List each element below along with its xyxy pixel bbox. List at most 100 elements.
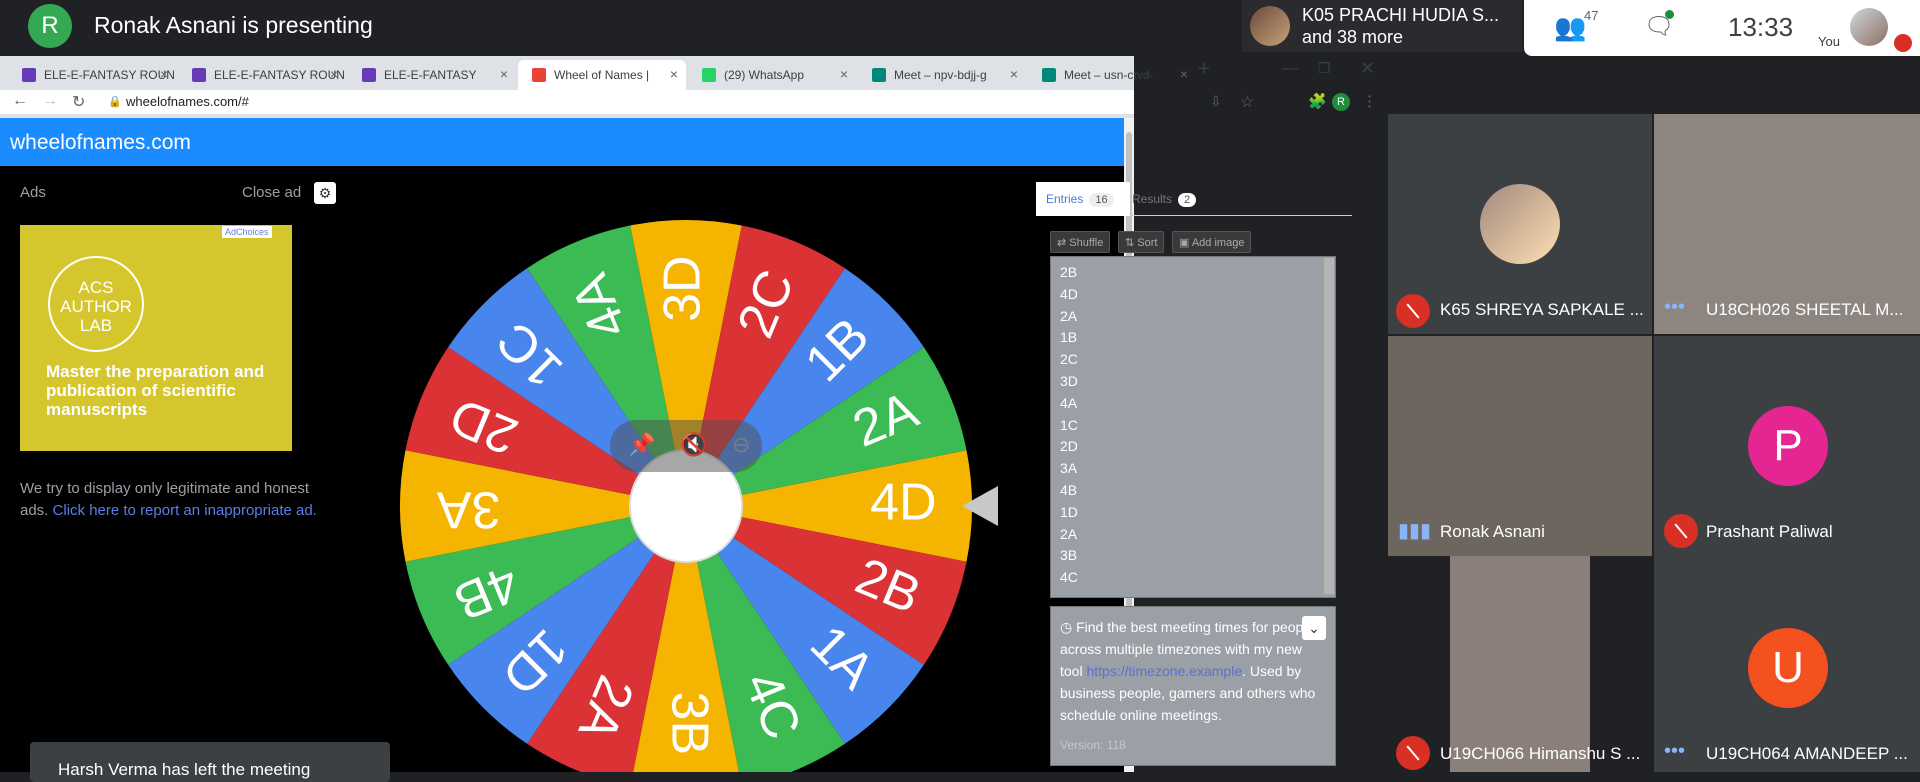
extensions-icon[interactable]: 🧩	[1308, 92, 1327, 110]
entry-item[interactable]: 1C	[1060, 415, 1078, 437]
sort-button[interactable]: ⇅ Sort	[1118, 231, 1165, 253]
chevron-down-icon[interactable]: ⌄	[1302, 616, 1326, 640]
back-icon[interactable]: ←	[12, 92, 28, 110]
people-count: 47	[1584, 8, 1599, 23]
entries-tab-label: Entries	[1046, 192, 1084, 206]
browser-tab[interactable]: Wheel of Names | ×	[518, 60, 686, 90]
tab-favicon-icon	[192, 68, 206, 82]
people-icon[interactable]: 👥	[1554, 12, 1586, 43]
entries-textarea[interactable]	[1050, 256, 1336, 598]
close-tab-icon[interactable]: ×	[840, 66, 848, 82]
entry-item[interactable]: 2D	[1060, 436, 1078, 458]
entry-item[interactable]: 1D	[1060, 502, 1078, 524]
lock-icon: 🔒	[108, 96, 122, 108]
tab-entries[interactable]: Entries 16	[1036, 182, 1130, 216]
ad-disclaimer: We try to display only legitimate and ho…	[20, 478, 320, 522]
ads-label: Ads	[20, 184, 46, 201]
entry-item[interactable]: 3B	[1060, 545, 1078, 567]
entry-item[interactable]: 3D	[1060, 371, 1078, 393]
profile-avatar[interactable]: R	[1332, 93, 1350, 111]
add-image-button[interactable]: ▣ Add image	[1172, 231, 1252, 253]
participant-name: Ronak Asnani	[1440, 522, 1545, 541]
you-label: You	[1818, 34, 1840, 49]
entry-item[interactable]: 1B	[1060, 327, 1078, 349]
browser-tab[interactable]: Meet – npv-bdjj-g ×	[858, 60, 1026, 90]
wheel-segment-label: 3A	[437, 480, 501, 538]
tab-label: ELE-E-FANTASY	[384, 68, 477, 82]
tab-favicon-icon	[532, 68, 546, 82]
close-tab-icon[interactable]: ×	[1010, 66, 1018, 82]
self-avatar[interactable]	[1850, 8, 1888, 46]
participant-name: U19CH064 AMANDEEP ...	[1706, 744, 1908, 763]
wheel-segment-label: 3D	[654, 255, 712, 321]
gear-icon[interactable]: ⚙	[314, 182, 336, 204]
ad-logo: ACS AUTHOR LAB	[48, 256, 144, 352]
audio-level-icon: ▮▮▮	[1398, 520, 1432, 542]
tab-favicon-icon	[872, 68, 886, 82]
browser-tab[interactable]: ELE-E-FANTASY ×	[348, 60, 516, 90]
tab-label: Wheel of Names |	[554, 68, 650, 82]
presenter-avatar: R	[28, 4, 72, 48]
site-title[interactable]: wheelofnames.com	[10, 131, 191, 155]
tab-favicon-icon	[1042, 68, 1056, 82]
entry-item[interactable]: 4D	[1060, 284, 1078, 306]
entry-item[interactable]: 2B	[1060, 262, 1078, 284]
entry-item[interactable]: 3A	[1060, 458, 1078, 480]
browser-tab[interactable]: Meet – usn-ctvd- ×	[1028, 60, 1196, 90]
wheel-of-names[interactable]: 4D2B1A4C3B2A1D4B3A2D1C4A 3D 2C1B2A	[394, 212, 994, 772]
wheel-pointer-arrow	[962, 486, 998, 526]
close-tab-icon[interactable]: ×	[160, 66, 168, 82]
browser-tab[interactable]: ELE-E-FANTASY ROUN ×	[178, 60, 346, 90]
forward-icon[interactable]: →	[42, 92, 58, 110]
close-tab-icon[interactable]: ×	[670, 66, 678, 82]
entry-item[interactable]: 2A	[1060, 306, 1078, 328]
participant-name: U18CH026 SHEETAL M...	[1706, 300, 1904, 319]
presenting-banner: Ronak Asnani is presenting	[94, 12, 373, 38]
reload-icon[interactable]: ↻	[72, 92, 85, 112]
kebab-menu-icon[interactable]: ⋮	[1362, 92, 1377, 110]
avatar-prashant: P	[1748, 406, 1828, 486]
pin-icon[interactable]: 📌	[628, 432, 655, 458]
tab-label: Meet – usn-ctvd-	[1064, 68, 1154, 82]
close-tab-icon[interactable]: ×	[1180, 66, 1188, 82]
browser-tab[interactable]: (29) WhatsApp ×	[688, 60, 856, 90]
star-icon[interactable]: ☆	[1240, 92, 1254, 112]
avatar-amandeep: U	[1748, 628, 1828, 708]
browser-tab[interactable]: ELE-E-FANTASY ROUN ×	[8, 60, 176, 90]
entry-item[interactable]: 2C	[1060, 349, 1078, 371]
entries-scrollbar[interactable]	[1324, 258, 1334, 594]
entry-item[interactable]: 4C	[1060, 567, 1078, 589]
others-more-count: and 38 more	[1302, 27, 1404, 47]
close-window-icon[interactable]: ✕	[1360, 58, 1375, 79]
close-ad-link[interactable]: Close ad	[242, 184, 301, 201]
plus-icon[interactable]: +	[1198, 58, 1210, 81]
close-tab-icon[interactable]: ×	[330, 66, 338, 82]
wheel-segment-label: 3B	[660, 692, 718, 756]
close-tab-icon[interactable]: ×	[500, 66, 508, 82]
info-link[interactable]: https://timezone.example	[1086, 663, 1242, 679]
report-ad-link[interactable]: Click here to report an inappropriate ad…	[53, 502, 317, 519]
ad-headline: Master the preparation and publication o…	[46, 362, 265, 419]
install-icon[interactable]: ⇩	[1210, 93, 1222, 110]
participant-tile-5[interactable]	[1450, 556, 1590, 772]
maximize-icon[interactable]: ❐	[1318, 60, 1331, 77]
mute-sound-icon[interactable]: 🔇	[680, 432, 707, 458]
entry-item[interactable]: 4A	[1060, 393, 1078, 415]
adchoices-badge[interactable]: AdChoices	[222, 226, 272, 238]
speaking-dots-icon: •••	[1664, 740, 1686, 762]
shuffle-button[interactable]: ⇄ Shuffle	[1050, 231, 1111, 253]
tab-favicon-icon	[702, 68, 716, 82]
minus-circle-icon[interactable]: ⊖	[732, 432, 750, 458]
url-text[interactable]: wheelofnames.com/#	[126, 94, 249, 109]
entry-item[interactable]: 2A	[1060, 524, 1078, 546]
avatar	[1480, 184, 1560, 264]
others-name: K05 PRACHI HUDIA S...	[1302, 5, 1500, 25]
others-avatar	[1250, 6, 1290, 46]
minimize-icon[interactable]: —	[1282, 60, 1298, 78]
tab-results[interactable]: Results 2	[1122, 182, 1212, 216]
version-label: Version: 118	[1060, 738, 1126, 752]
results-tab-label: Results	[1132, 192, 1173, 206]
toast-text: Harsh Verma has left the meeting	[58, 760, 311, 779]
entry-item[interactable]: 4B	[1060, 480, 1078, 502]
entries-list[interactable]: 2B 4D 2A 1B 2C 3D 4A 1C 2D 3A 4B 1D 2A 3B 4C	[1060, 262, 1078, 589]
